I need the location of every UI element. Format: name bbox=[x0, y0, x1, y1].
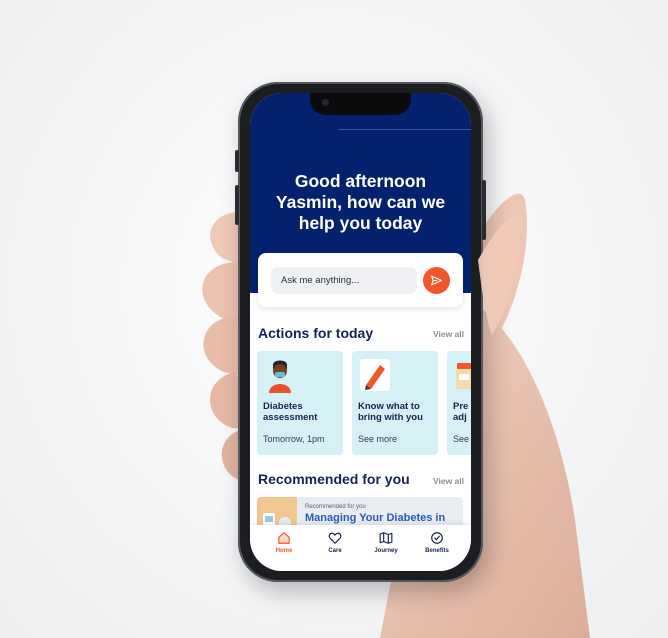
person-mask-icon bbox=[269, 360, 291, 393]
action-card-title: Diabetes assessment bbox=[263, 401, 318, 423]
tab-journey[interactable]: Journey bbox=[364, 531, 408, 554]
actions-title: Actions for today bbox=[258, 325, 374, 341]
pencil-icon bbox=[360, 359, 390, 391]
action-card[interactable]: Know what to bring with you See more bbox=[352, 351, 438, 455]
action-card-subtitle: See more bbox=[358, 434, 398, 444]
recommended-card-kicker: Recommended for you bbox=[305, 504, 366, 510]
action-card-title: Pre adj bbox=[453, 401, 469, 423]
bottom-tab-bar: Home Care Journey Benefits bbox=[250, 525, 471, 571]
greeting-line: Yasmin, how can we bbox=[275, 192, 446, 212]
ask-card: Ask me anything... bbox=[258, 253, 463, 307]
actions-carousel[interactable]: Diabetes assessment Tomorrow, 1pm Know w… bbox=[257, 351, 471, 455]
actions-view-all-link[interactable]: View all bbox=[433, 329, 464, 339]
heart-icon bbox=[328, 532, 342, 544]
map-icon bbox=[379, 532, 393, 544]
action-card[interactable]: Pre adj See bbox=[447, 351, 471, 455]
pill-bottle-icon bbox=[456, 363, 471, 389]
greeting-line: Good afternoon bbox=[294, 171, 427, 191]
action-card-title: Know what to bring with you bbox=[358, 401, 423, 423]
action-card[interactable]: Diabetes assessment Tomorrow, 1pm bbox=[257, 351, 343, 455]
greeting-line: help you today bbox=[298, 213, 423, 233]
tab-label: Home bbox=[275, 548, 293, 554]
greeting-heading: Good afternoon Yasmin, how can we help y… bbox=[258, 171, 463, 234]
phone-side-button bbox=[235, 150, 239, 172]
tab-label: Journey bbox=[374, 548, 398, 554]
send-icon bbox=[431, 275, 442, 286]
recommended-title: Recommended for you bbox=[258, 471, 410, 487]
home-icon bbox=[278, 532, 290, 544]
send-button[interactable] bbox=[423, 267, 450, 294]
tab-care[interactable]: Care bbox=[313, 531, 357, 554]
ask-input[interactable]: Ask me anything... bbox=[271, 267, 417, 294]
tab-label: Care bbox=[328, 548, 342, 554]
camera-icon bbox=[322, 99, 329, 106]
phone-side-button bbox=[482, 180, 486, 240]
action-card-subtitle: See bbox=[453, 434, 470, 444]
recommended-view-all-link[interactable]: View all bbox=[433, 476, 464, 486]
action-card-subtitle: Tomorrow, 1pm bbox=[263, 434, 325, 444]
recommended-card-title: Managing Your Diabetes in bbox=[305, 512, 446, 524]
badge-check-icon bbox=[431, 532, 443, 544]
phone-screen: Good afternoon Yasmin, how can we help y… bbox=[250, 93, 471, 571]
notch bbox=[310, 93, 411, 115]
phone-side-button bbox=[235, 185, 239, 225]
tab-benefits[interactable]: Benefits bbox=[415, 531, 459, 554]
tab-label: Benefits bbox=[425, 548, 449, 554]
status-divider bbox=[338, 129, 471, 130]
tab-home[interactable]: Home bbox=[262, 531, 306, 554]
